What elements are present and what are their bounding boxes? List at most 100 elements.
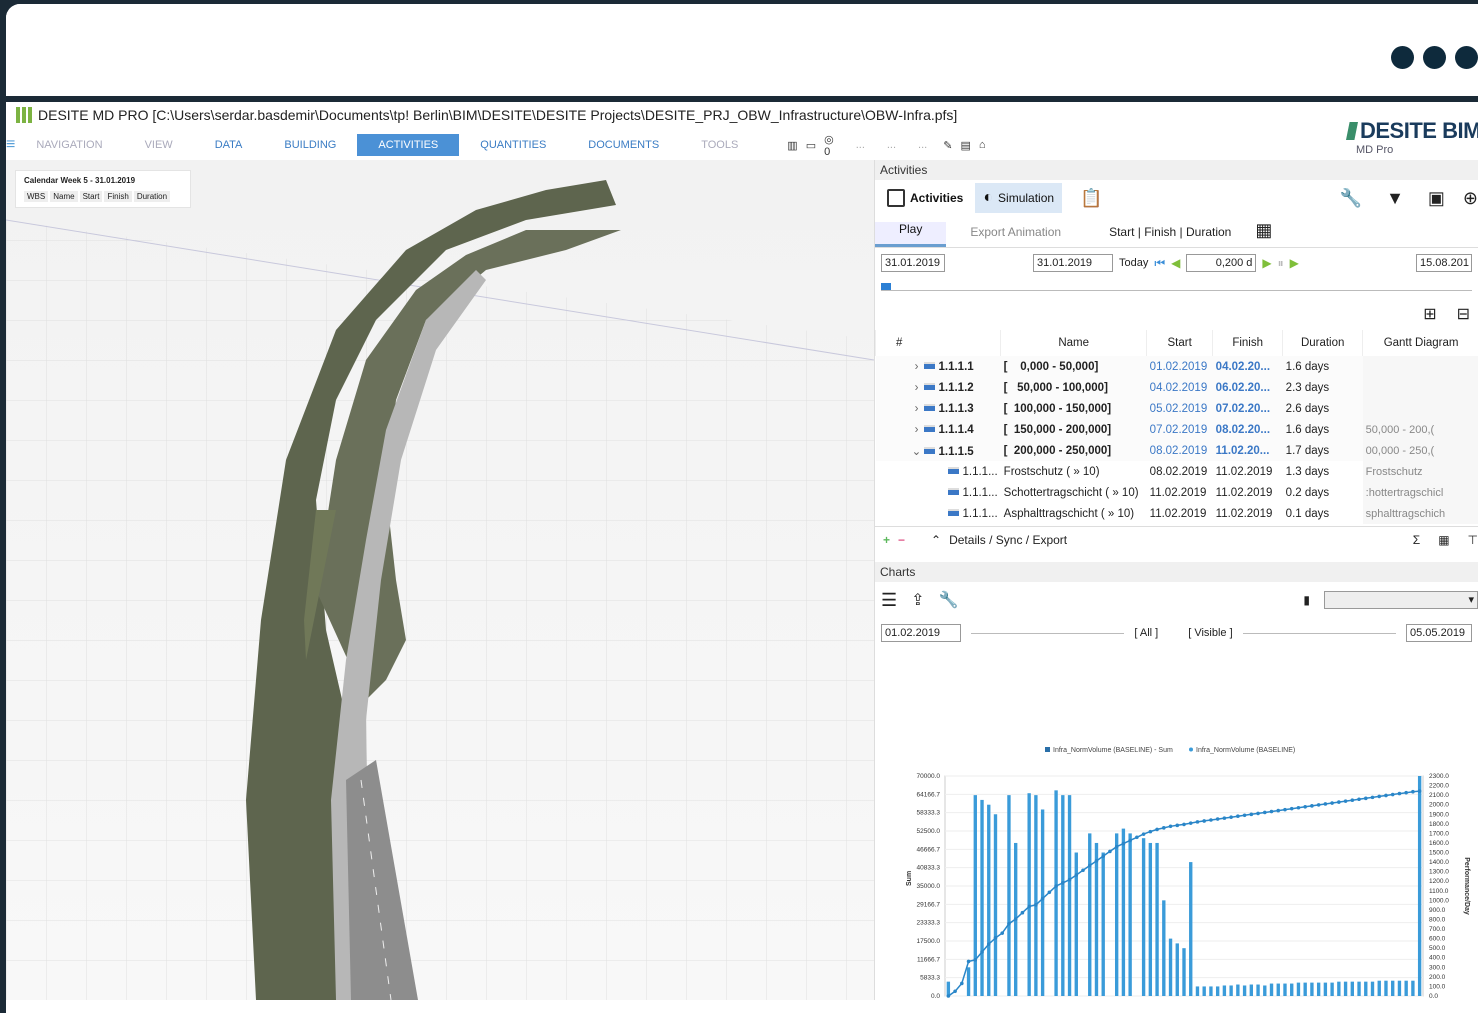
sim-start-date[interactable]: 31.01.2019 bbox=[881, 254, 945, 272]
table-row[interactable]: 1.1.1... Schottertragschicht ( » 10) 11.0… bbox=[875, 482, 1478, 503]
menu-tools[interactable]: TOOLS bbox=[680, 134, 759, 156]
table-icon[interactable]: ▦ bbox=[1438, 533, 1449, 547]
tab-export-animation[interactable]: Export Animation bbox=[946, 225, 1085, 247]
tree-icon[interactable]: ⊤ bbox=[1468, 533, 1478, 547]
expand-tree-icon[interactable]: ⊞ bbox=[1423, 304, 1436, 324]
line-point bbox=[1007, 921, 1011, 926]
globe-icon[interactable]: ⊕ bbox=[1463, 188, 1478, 209]
table-row[interactable]: 1.1.1... Frostschutz ( » 10) 08.02.2019 11… bbox=[875, 461, 1478, 482]
col-number[interactable]: # bbox=[875, 330, 1001, 356]
tab-play[interactable]: Play bbox=[875, 222, 947, 247]
sim-current-date[interactable]: 31.01.2019 bbox=[1033, 254, 1113, 272]
wrench-icon[interactable]: 🔧 bbox=[1340, 188, 1362, 209]
add-icon[interactable]: + bbox=[883, 533, 890, 547]
chart-to-date[interactable]: 05.05.2019 bbox=[1406, 624, 1472, 642]
3d-scene[interactable] bbox=[6, 160, 874, 1000]
ellipsis-3[interactable]: ... bbox=[918, 139, 927, 151]
y2-tick-label: 700.0 bbox=[1429, 926, 1446, 933]
table-row[interactable]: › 1.1.1.2 [ 50,000 - 100,000] 04.02.2019 06.… bbox=[875, 377, 1478, 398]
col-duration[interactable]: Duration bbox=[1282, 330, 1363, 356]
expand-chevron-icon[interactable]: › bbox=[910, 403, 924, 415]
chart-select[interactable]: ▾ bbox=[1324, 591, 1478, 609]
3d-viewport[interactable]: Calendar Week 5 - 31.01.2019 WBS Name Star… bbox=[6, 160, 874, 1000]
today-button[interactable]: Today bbox=[1119, 257, 1148, 269]
more-icon[interactable] bbox=[1391, 46, 1478, 69]
chart-bar bbox=[1370, 981, 1375, 996]
y-tick-label: 58333.3 bbox=[917, 810, 941, 817]
chevron-up-icon[interactable]: ⌃ bbox=[931, 533, 941, 547]
row-start: 11.02.2019 bbox=[1149, 486, 1207, 499]
chart-bar bbox=[1411, 980, 1415, 996]
chart-wrench-icon[interactable]: 🔧 bbox=[939, 590, 959, 610]
table-row[interactable]: 1.1.1... Asphalttragschicht ( » 10) 11.02… bbox=[875, 503, 1478, 524]
expand-chevron-icon[interactable]: ⌄ bbox=[910, 444, 924, 458]
chart-visible-button[interactable]: [ Visible ] bbox=[1188, 627, 1232, 639]
menu-building[interactable]: BUILDING bbox=[263, 134, 357, 156]
monitor-icon[interactable]: ▭ bbox=[806, 139, 816, 152]
col-start[interactable]: Start bbox=[1146, 330, 1213, 356]
step-back-icon[interactable]: ◀ bbox=[1171, 256, 1180, 270]
clipboard-icon[interactable]: 📋 bbox=[1080, 188, 1102, 209]
expand-chevron-icon[interactable]: › bbox=[910, 424, 924, 436]
line-point bbox=[1013, 917, 1018, 921]
timeline-slider[interactable] bbox=[881, 278, 1472, 298]
table-row[interactable]: › 1.1.1.4 [ 150,000 - 200,000] 07.02.2019 08… bbox=[875, 419, 1478, 440]
eye-counter[interactable]: ◎ 0 bbox=[824, 133, 834, 158]
filter-icon[interactable]: ▼ bbox=[1386, 188, 1404, 209]
book-icon[interactable]: ▮ bbox=[1303, 593, 1310, 607]
hamburger-icon[interactable]: ≡ bbox=[6, 136, 15, 154]
table-row[interactable]: ⌄ 1.1.1.5 [ 200,000 - 250,000] 08.02.2019 11… bbox=[875, 440, 1478, 461]
col-finish[interactable]: Finish bbox=[1212, 330, 1283, 356]
tab-start-finish-duration[interactable]: Start | Finish | Duration bbox=[1085, 225, 1255, 247]
simulation-button[interactable]: ◐ Simulation bbox=[975, 183, 1063, 213]
remove-icon[interactable]: − bbox=[898, 533, 905, 547]
pause-icon[interactable]: ⏸ bbox=[1278, 256, 1284, 271]
ellipsis-1[interactable]: ... bbox=[856, 139, 865, 151]
step-forward-icon[interactable]: ▶ bbox=[1262, 256, 1271, 270]
document-icon[interactable]: ▤ bbox=[960, 139, 970, 152]
menu-quantities[interactable]: QUANTITIES bbox=[459, 134, 567, 156]
y-tick-label: 11666.7 bbox=[917, 956, 940, 963]
line-point bbox=[1135, 835, 1139, 840]
col-name[interactable]: Name bbox=[1000, 330, 1147, 356]
row-name-end: 200,000] bbox=[1065, 423, 1112, 436]
sum-icon[interactable]: Σ bbox=[1413, 533, 1420, 547]
menu-icon[interactable]: ☰ bbox=[881, 590, 897, 611]
play-icon[interactable]: ▶ bbox=[1290, 256, 1299, 270]
table-row[interactable]: › 1.1.1.1 [ 0,000 - 50,000] 01.02.2019 04.02… bbox=[875, 356, 1478, 377]
layout-icon[interactable]: ▥ bbox=[787, 139, 797, 152]
activities-table: # Name Start Finish Duration Gantt Diagr… bbox=[875, 330, 1478, 524]
calendar-grid-icon[interactable]: ▦ bbox=[1255, 220, 1272, 247]
export-icon[interactable]: ⇪ bbox=[911, 590, 924, 610]
simulation-button-label: Simulation bbox=[998, 191, 1055, 205]
col-gantt[interactable]: Gantt Diagram bbox=[1362, 330, 1478, 356]
step-input[interactable]: 0,200 d bbox=[1186, 254, 1257, 272]
line-point bbox=[1357, 797, 1361, 802]
chart-from-date[interactable]: 01.02.2019 bbox=[881, 624, 961, 642]
activities-button[interactable]: Activities bbox=[879, 183, 971, 213]
pen-icon[interactable]: ✎ bbox=[943, 139, 952, 152]
menu-documents[interactable]: DOCUMENTS bbox=[567, 134, 680, 156]
row-finish: 11.02.2019 bbox=[1215, 465, 1273, 478]
y2-tick-label: 1100.0 bbox=[1429, 888, 1449, 895]
y-tick-label: 52500.0 bbox=[917, 828, 941, 835]
chart-bar bbox=[1256, 984, 1260, 996]
expand-chevron-icon[interactable]: › bbox=[910, 382, 924, 394]
line-point bbox=[1202, 819, 1206, 823]
home-icon[interactable]: ⌂ bbox=[979, 139, 986, 151]
details-sync-export[interactable]: Details / Sync / Export bbox=[949, 533, 1067, 547]
collapse-tree-icon[interactable]: ⊟ bbox=[1457, 304, 1470, 324]
skip-start-icon[interactable]: ⏮ bbox=[1154, 256, 1165, 271]
table-row[interactable]: › 1.1.1.3 [ 100,000 - 150,000] 05.02.2019 07… bbox=[875, 398, 1478, 419]
menu-view[interactable]: VIEW bbox=[124, 134, 194, 156]
expand-chevron-icon[interactable]: › bbox=[910, 361, 924, 373]
menu-activities[interactable]: ACTIVITIES bbox=[357, 134, 460, 156]
row-duration: 0.2 days bbox=[1285, 486, 1330, 499]
menu-data[interactable]: DATA bbox=[194, 134, 264, 156]
logo: DESITE BIM MD Pro bbox=[1346, 118, 1478, 164]
ellipsis-2[interactable]: ... bbox=[887, 139, 896, 151]
chart-all-button[interactable]: [ All ] bbox=[1134, 627, 1158, 639]
menu-navigation[interactable]: NAVIGATION bbox=[15, 134, 123, 156]
sim-end-date[interactable]: 15.08.201 bbox=[1416, 254, 1472, 272]
lock-icon[interactable]: ▣ bbox=[1428, 188, 1445, 209]
